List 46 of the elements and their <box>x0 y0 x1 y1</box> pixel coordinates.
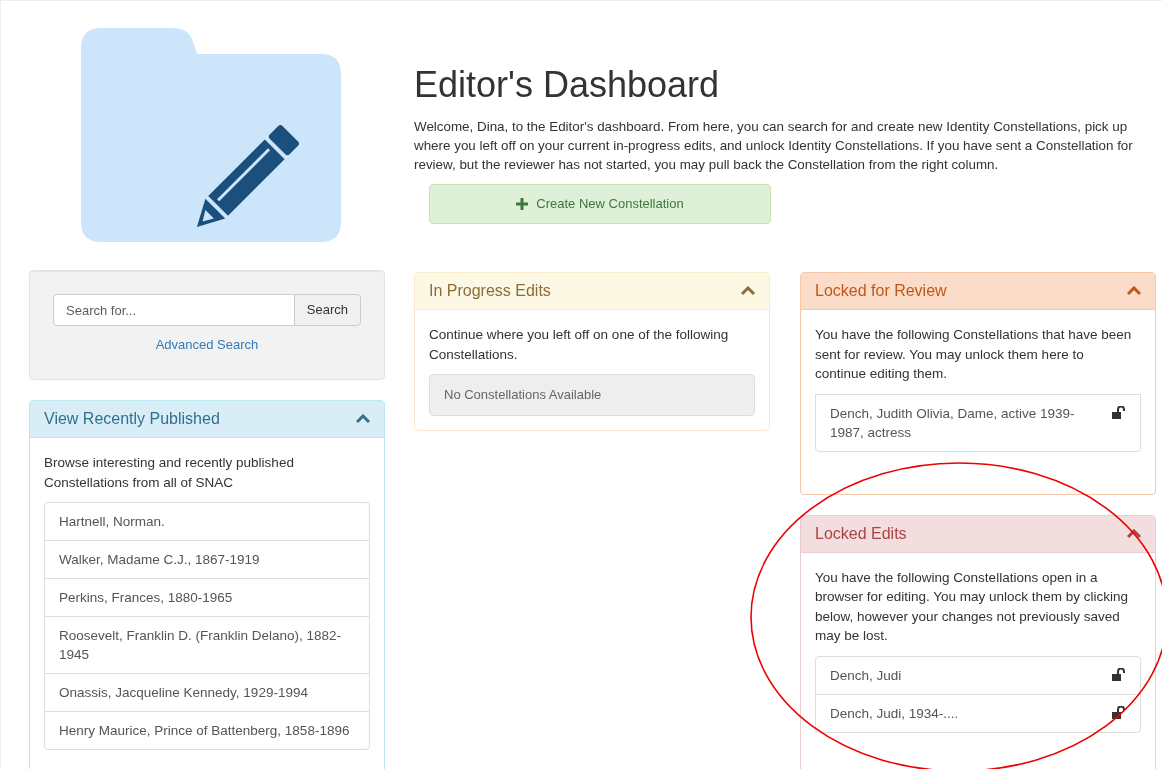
panel-title: Locked Edits <box>815 523 907 544</box>
list-item[interactable]: Perkins, Frances, 1880-1965 <box>44 578 370 617</box>
list-item[interactable]: Onassis, Jacqueline Kennedy, 1929-1994 <box>44 673 370 712</box>
panel-header[interactable]: Locked Edits <box>801 515 1155 553</box>
panel-title: In Progress Edits <box>429 281 551 301</box>
item-label: Dench, Judi, 1934-.... <box>830 704 959 723</box>
list-item[interactable]: Walker, Madame C.J., 1867-1919 <box>44 540 370 579</box>
empty-message: No Constellations Available <box>429 374 755 416</box>
page-title: Editor's Dashboard <box>414 65 721 105</box>
item-label: Perkins, Frances, 1880-1965 <box>59 589 233 607</box>
item-label: Roosevelt, Franklin D. (Franklin Delano), 1882-1945 <box>59 627 343 664</box>
panel-header[interactable]: In Progress Edits <box>415 273 769 310</box>
item-label: Onassis, Jacqueline Kennedy, 1929-1994 <box>59 684 308 702</box>
item-label: Dench, Judith Olivia, Dame, active 1939-1987, actress <box>830 404 1076 442</box>
search-button[interactable]: Search <box>293 294 361 326</box>
item-label: Hartnell, Norman. <box>59 513 165 531</box>
panel-description: You have the following Constellations open in a browser for editing. You may unlock them by clicking below, however your changes not previously saved may be lost. <box>815 568 1129 645</box>
unlock-icon[interactable] <box>1112 405 1126 419</box>
list-item[interactable]: Henry Maurice, Prince of Battenberg, 1858-1896 <box>44 711 370 750</box>
list-item[interactable]: Dench, Judi, 1934-.... <box>815 693 1141 733</box>
item-label: Dench, Judi <box>830 666 902 685</box>
list-item[interactable]: Dench, Judi <box>815 655 1141 695</box>
panel-header[interactable]: Locked for Review <box>801 273 1155 310</box>
list-item[interactable]: Dench, Judith Olivia, Dame, active 1939-1987, actress <box>815 393 1141 452</box>
chevron-up-icon[interactable] <box>1127 286 1141 296</box>
create-button[interactable]: Create New Constellation <box>429 184 771 224</box>
intro-text: Welcome, Dina, to the Editor's dashboard. From here, you can search for and create new Identity Constellations, pick up where you left off on your current in-progress edits, and unlock Identity Constellations. If you have sent a Constellation for review, but the reviewer has not started, you may pull back the Constellation from the right column. <box>414 118 1134 174</box>
folder-pencil-icon <box>81 28 341 242</box>
unlock-icon[interactable] <box>1112 705 1126 719</box>
search-field[interactable]: Search for... <box>53 294 295 326</box>
plus-icon <box>516 198 529 210</box>
item-label: Henry Maurice, Prince of Battenberg, 1858-1896 <box>59 722 350 740</box>
list-item[interactable]: Roosevelt, Franklin D. (Franklin Delano), 1882-1945 <box>44 616 370 674</box>
panel-title: Locked for Review <box>815 281 947 301</box>
chevron-up-icon[interactable] <box>356 414 370 424</box>
panel-description: Browse interesting and recently published Constellations from all of SNAC <box>44 454 295 492</box>
chevron-up-icon[interactable] <box>741 286 755 296</box>
advanced-search-link[interactable]: Advanced Search <box>155 337 259 352</box>
unlock-icon[interactable] <box>1112 667 1126 681</box>
panel-description: You have the following Constellations that have been sent for review. You may unlock them here to continue editing them. <box>815 326 1133 383</box>
panel-header[interactable]: View Recently Published <box>30 401 384 438</box>
chevron-up-icon[interactable] <box>1127 528 1141 539</box>
panel-title: View Recently Published <box>44 409 220 429</box>
item-label: Walker, Madame C.J., 1867-1919 <box>59 551 260 569</box>
list-item[interactable]: Hartnell, Norman. <box>44 502 370 541</box>
panel-description: Continue where you left off on one of the following Constellations. <box>429 326 730 364</box>
